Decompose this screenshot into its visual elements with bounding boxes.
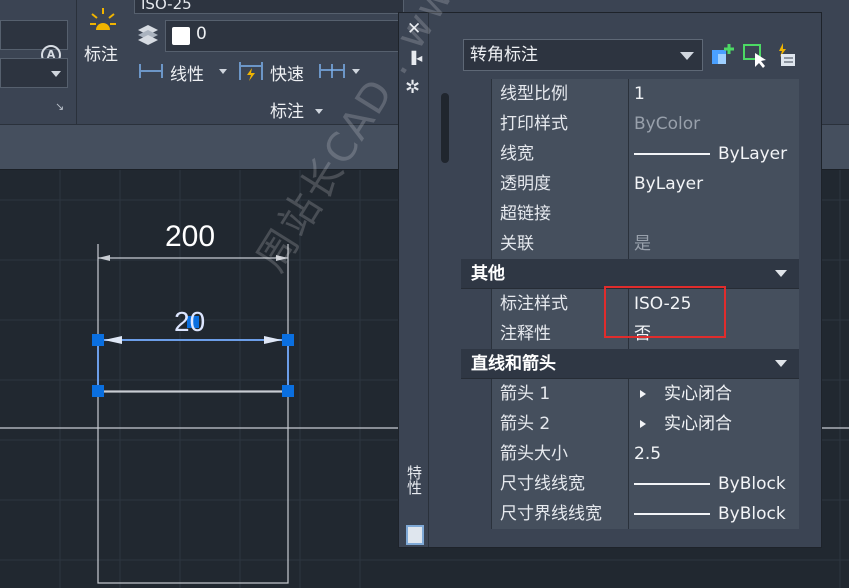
prop-value: 实心闭合: [664, 384, 732, 404]
prop-row[interactable]: 透明度 ByLayer: [461, 169, 799, 199]
prop-name: 线型比例: [491, 79, 629, 109]
autohide-icon[interactable]: ▐◂: [407, 51, 422, 65]
prop-value: ByBlock: [718, 504, 786, 524]
continue-dimension-icon[interactable]: [318, 62, 346, 80]
dimension-layer-combo[interactable]: 0: [165, 20, 405, 52]
gear-icon[interactable]: ✲: [405, 77, 420, 98]
layer-color-swatch: [172, 27, 190, 45]
prop-row[interactable]: 线宽 ByLayer: [461, 139, 799, 169]
linear-dimension-icon[interactable]: [138, 62, 164, 80]
prop-name: 透明度: [491, 169, 629, 199]
category-label: 其他: [471, 264, 505, 284]
close-icon[interactable]: ✕: [407, 19, 421, 39]
prop-name: 箭头 1: [491, 379, 629, 409]
quick-dimension-button[interactable]: 快速: [270, 60, 304, 85]
prop-row[interactable]: 线型比例 1: [461, 79, 799, 109]
prop-value[interactable]: 2.5: [629, 439, 799, 469]
palette-title-bar[interactable]: ✕ ▐◂ ✲ 特性: [399, 13, 429, 547]
annotate-panel-title-text: 标注: [270, 102, 304, 122]
object-type-select[interactable]: 转角标注: [463, 39, 703, 71]
prop-row[interactable]: 箭头 2 实心闭合: [461, 409, 799, 439]
prop-value[interactable]: [629, 199, 799, 229]
ribbon-separator: [76, 0, 77, 124]
prop-value: ByLayer: [718, 144, 788, 164]
quick-dimension-icon[interactable]: [238, 60, 264, 82]
collapse-icon[interactable]: [775, 360, 787, 367]
prop-row[interactable]: 尺寸线线宽 ByBlock: [461, 469, 799, 499]
continue-dropdown-icon[interactable]: [352, 69, 360, 74]
grip-right-base: [282, 385, 294, 397]
prop-name: 关联: [491, 229, 629, 259]
prop-value-lineweight[interactable]: ByBlock: [629, 499, 799, 529]
grip-right: [282, 334, 294, 346]
object-type-value: 转角标注: [470, 45, 538, 65]
prop-row[interactable]: 箭头大小 2.5: [461, 439, 799, 469]
chevron-down-icon: [680, 52, 694, 60]
prop-value[interactable]: 1: [629, 79, 799, 109]
lineweight-sample: [634, 483, 710, 485]
prop-row[interactable]: 关联是: [461, 229, 799, 259]
panel-launcher-icon[interactable]: ↘: [55, 100, 64, 113]
prop-value: 是: [629, 229, 799, 259]
prop-name: 箭头 2: [491, 409, 629, 439]
prop-value-arrow[interactable]: 实心闭合: [629, 379, 799, 409]
prop-value: 实心闭合: [664, 414, 732, 434]
dimension-style-combo[interactable]: ISO-25: [134, 0, 404, 14]
prop-name: 线宽: [491, 139, 629, 169]
text-height-combo[interactable]: [0, 58, 68, 88]
text-style-combo[interactable]: A: [0, 20, 68, 65]
select-objects-icon[interactable]: [741, 41, 769, 69]
scrollbar[interactable]: [441, 93, 449, 163]
category-misc[interactable]: 其他: [461, 259, 799, 289]
layers-icon[interactable]: [136, 24, 160, 46]
dimension-sun-icon[interactable]: [88, 6, 118, 36]
lineweight-sample: [634, 153, 710, 155]
prop-row[interactable]: 超链接: [461, 199, 799, 229]
category-lines-arrows[interactable]: 直线和箭头: [461, 349, 799, 379]
quick-select-icon[interactable]: [771, 41, 799, 69]
prop-row[interactable]: 打印样式 ByColor: [461, 109, 799, 139]
prop-row[interactable]: 尺寸界线线宽 ByBlock: [461, 499, 799, 529]
linear-dropdown-icon[interactable]: [219, 69, 227, 74]
grip-left-base: [92, 385, 104, 397]
linear-dimension-button[interactable]: 线性: [170, 60, 204, 85]
prop-row[interactable]: 箭头 1 实心闭合: [461, 379, 799, 409]
grip-left: [92, 334, 104, 346]
properties-icon[interactable]: [406, 525, 424, 545]
palette-title: 特性: [405, 465, 423, 495]
annotate-panel-title[interactable]: 标注: [270, 97, 324, 122]
prop-name: 打印样式: [491, 109, 629, 139]
dimension-text-outer[interactable]: 200: [165, 220, 215, 254]
arrow-preview-icon: [640, 420, 646, 428]
prop-value-lineweight[interactable]: ByBlock: [629, 469, 799, 499]
prop-name: 尺寸线线宽: [491, 469, 629, 499]
lineweight-sample: [634, 513, 710, 515]
highlight-annotation-box: [604, 286, 726, 338]
panel-expand-icon[interactable]: [315, 109, 324, 114]
prop-name: 超链接: [491, 199, 629, 229]
prop-value[interactable]: ByLayer: [629, 169, 799, 199]
toggle-pickadd-icon[interactable]: [709, 41, 737, 69]
prop-value-arrow[interactable]: 实心闭合: [629, 409, 799, 439]
layer-value: 0: [196, 24, 207, 44]
prop-name: 尺寸界线线宽: [491, 499, 629, 529]
collapse-icon[interactable]: [775, 270, 787, 277]
prop-name: 箭头大小: [491, 439, 629, 469]
prop-value-lineweight[interactable]: ByLayer: [629, 139, 799, 169]
arrow-preview-icon: [640, 390, 646, 398]
dimension-text-selected[interactable]: 20: [174, 306, 205, 338]
prop-value: ByBlock: [718, 474, 786, 494]
prop-value: ByColor: [629, 109, 799, 139]
annotate-button-label[interactable]: 标注: [84, 40, 118, 65]
category-label: 直线和箭头: [471, 354, 556, 374]
properties-palette: ✕ ▐◂ ✲ 特性 转角标注 线型比例 1 打印样式 ByColor 线宽 ByLay…: [398, 12, 822, 548]
